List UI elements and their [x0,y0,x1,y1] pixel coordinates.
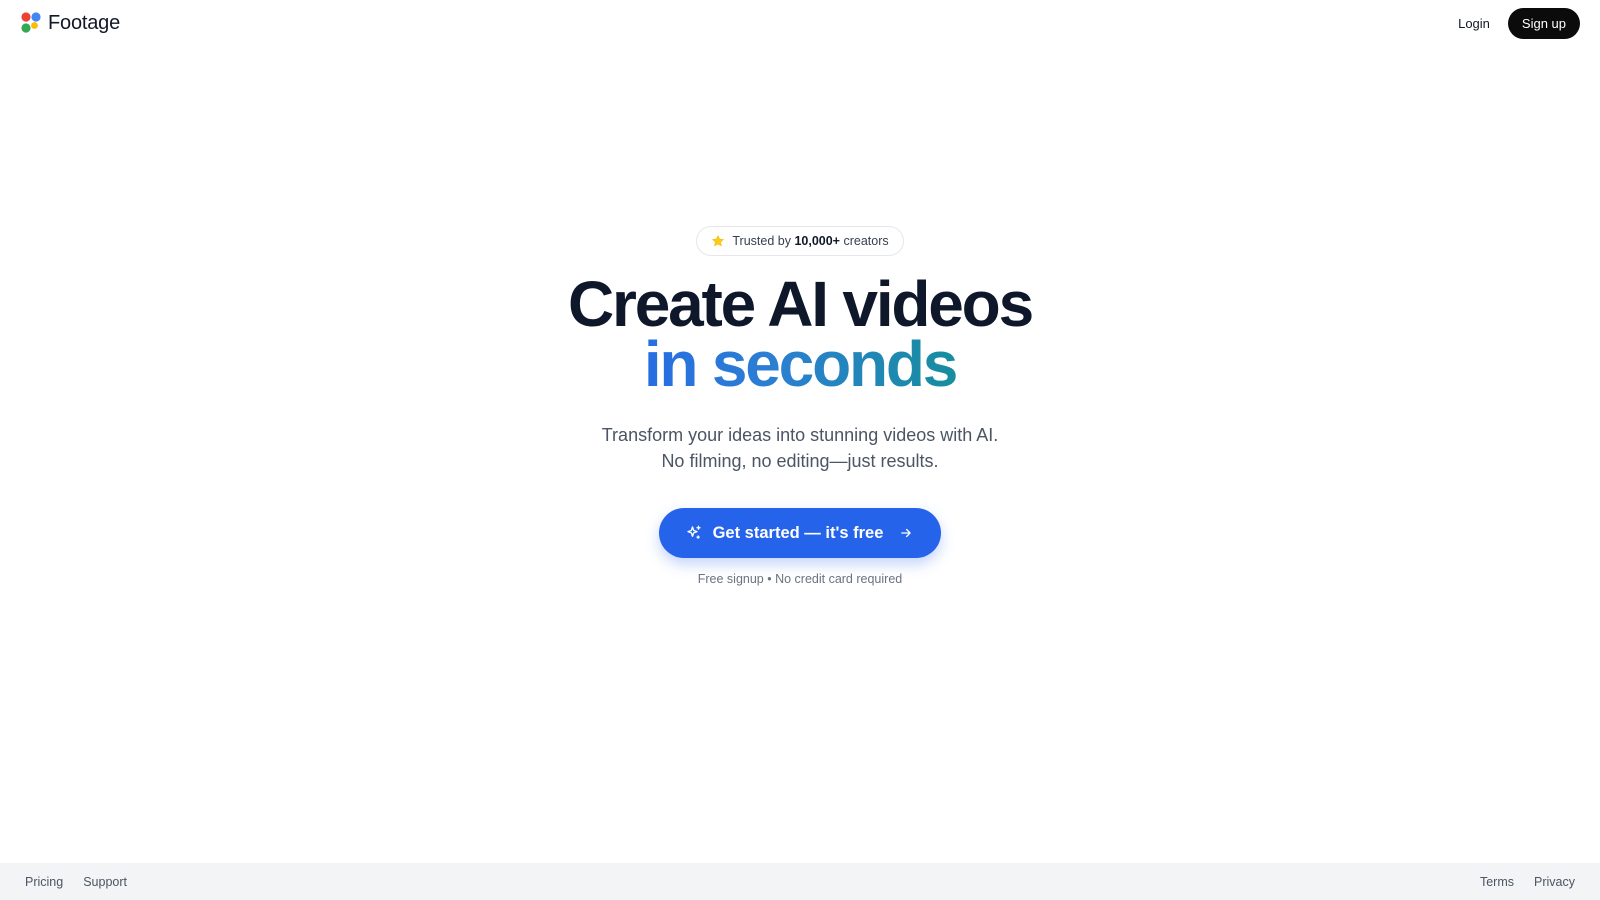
cta-label: Get started — it's free [712,523,884,542]
hero-subtitle: Transform your ideas into stunning video… [602,422,999,474]
hero-headline: Create AI videos in seconds [568,268,1034,400]
subtitle-line-1: Transform your ideas into stunning video… [601,425,999,445]
trust-count: 10,000+ [794,234,840,248]
footer-left-links: Pricing Support [25,875,127,889]
subtitle-line-2: No filming, no editing—just results. [661,451,939,471]
cta-note: Free signup • No credit card required [697,572,903,586]
trust-text: Trusted by 10,000+ creators [732,234,888,248]
star-icon [712,235,725,247]
footer-bar: Pricing Support Terms Privacy [0,863,1600,900]
trust-prefix: Trusted by [732,234,791,248]
arrow-right-icon [901,528,912,538]
headline-line-1: Create AI videos [568,268,1034,340]
footer-link-privacy[interactable]: Privacy [1534,875,1575,889]
footer-right-links: Terms Privacy [1480,875,1575,889]
headline-line-2: in seconds [568,332,1032,400]
trust-badge: Trusted by 10,000+ creators [696,226,904,256]
sparkles-icon [686,525,701,539]
get-started-button[interactable]: Get started — it's free [658,508,942,558]
hero-section: Trusted by 10,000+ creators Create AI vi… [0,0,1600,586]
trust-suffix: creators [843,234,889,248]
landing-page: Footage Login Sign up Trusted by 10,000+… [0,0,1600,900]
footer-link-support[interactable]: Support [83,875,127,889]
footer-link-terms[interactable]: Terms [1480,875,1514,889]
footer-link-pricing[interactable]: Pricing [25,875,63,889]
